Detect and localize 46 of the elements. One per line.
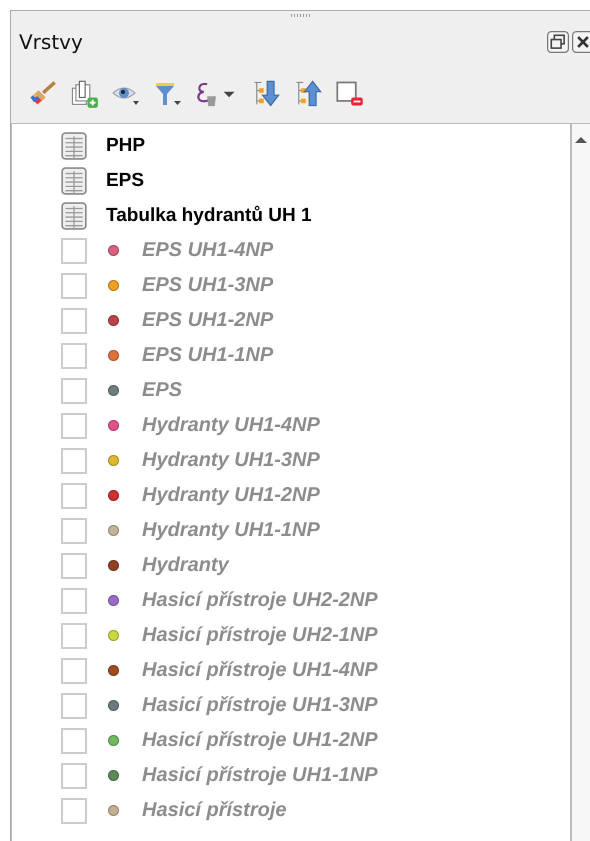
layer-name[interactable]: EPS	[142, 379, 182, 402]
checkbox[interactable]	[61, 658, 87, 684]
checkbox[interactable]	[61, 412, 87, 438]
layer-name[interactable]: EPS UH1-3NP	[142, 274, 274, 297]
checkbox[interactable]	[61, 378, 87, 404]
scroll-up-icon[interactable]	[574, 136, 588, 144]
checkbox[interactable]	[61, 272, 87, 298]
layer-name[interactable]: Hydranty UH1-4NP	[142, 414, 320, 437]
add-group-icon[interactable]	[69, 79, 99, 109]
checkbox[interactable]	[61, 448, 87, 474]
float-icon[interactable]	[547, 31, 569, 53]
checkbox[interactable]	[61, 518, 87, 544]
layer-name[interactable]: Hydranty	[142, 554, 229, 577]
checkbox[interactable]	[61, 342, 87, 368]
checkbox[interactable]	[61, 588, 87, 614]
layer-name[interactable]: EPS UH1-2NP	[142, 309, 274, 332]
layer-name[interactable]: EPS	[106, 170, 144, 192]
checkbox[interactable]	[61, 728, 87, 754]
layer-name[interactable]: Hasicí přístroje UH1-1NP	[142, 764, 378, 787]
layer-name[interactable]: Hydranty UH1-2NP	[142, 484, 320, 507]
layer-name[interactable]: EPS UH1-4NP	[142, 239, 274, 262]
panel-title: Vrstvy	[19, 30, 83, 54]
layer-name[interactable]: Hasicí přístroje UH1-2NP	[142, 729, 378, 752]
checkbox[interactable]	[61, 798, 87, 824]
layer-name[interactable]: EPS UH1-1NP	[142, 344, 274, 367]
drag-handle-icon[interactable]	[291, 14, 311, 17]
checkbox[interactable]	[61, 762, 87, 788]
layer-name[interactable]: Hasicí přístroje UH2-2NP	[142, 589, 378, 612]
checkbox[interactable]	[61, 622, 87, 648]
table-icon	[61, 166, 87, 194]
checkbox[interactable]	[61, 692, 87, 718]
checkbox[interactable]	[61, 308, 87, 334]
checkbox[interactable]	[61, 238, 87, 264]
layer-name[interactable]: PHP	[106, 134, 146, 156]
layer-name[interactable]: Hydranty UH1-1NP	[142, 519, 320, 542]
layer-name[interactable]: Hydranty UH1-3NP	[142, 449, 320, 472]
table-icon	[61, 132, 87, 160]
layer-name[interactable]: Hasicí přístroje	[142, 799, 287, 822]
table-icon	[61, 202, 87, 230]
layer-name[interactable]: Hasicí přístroje UH2-1NP	[142, 624, 378, 647]
layer-name[interactable]: Hasicí přístroje UH1-4NP	[142, 659, 378, 682]
checkbox[interactable]	[61, 552, 87, 578]
close-icon[interactable]	[572, 31, 590, 53]
layer-name[interactable]: Hasicí přístroje UH1-3NP	[142, 694, 378, 717]
layer-name[interactable]: Tabulka hydrantů UH 1	[106, 204, 312, 226]
checkbox[interactable]	[61, 482, 87, 508]
